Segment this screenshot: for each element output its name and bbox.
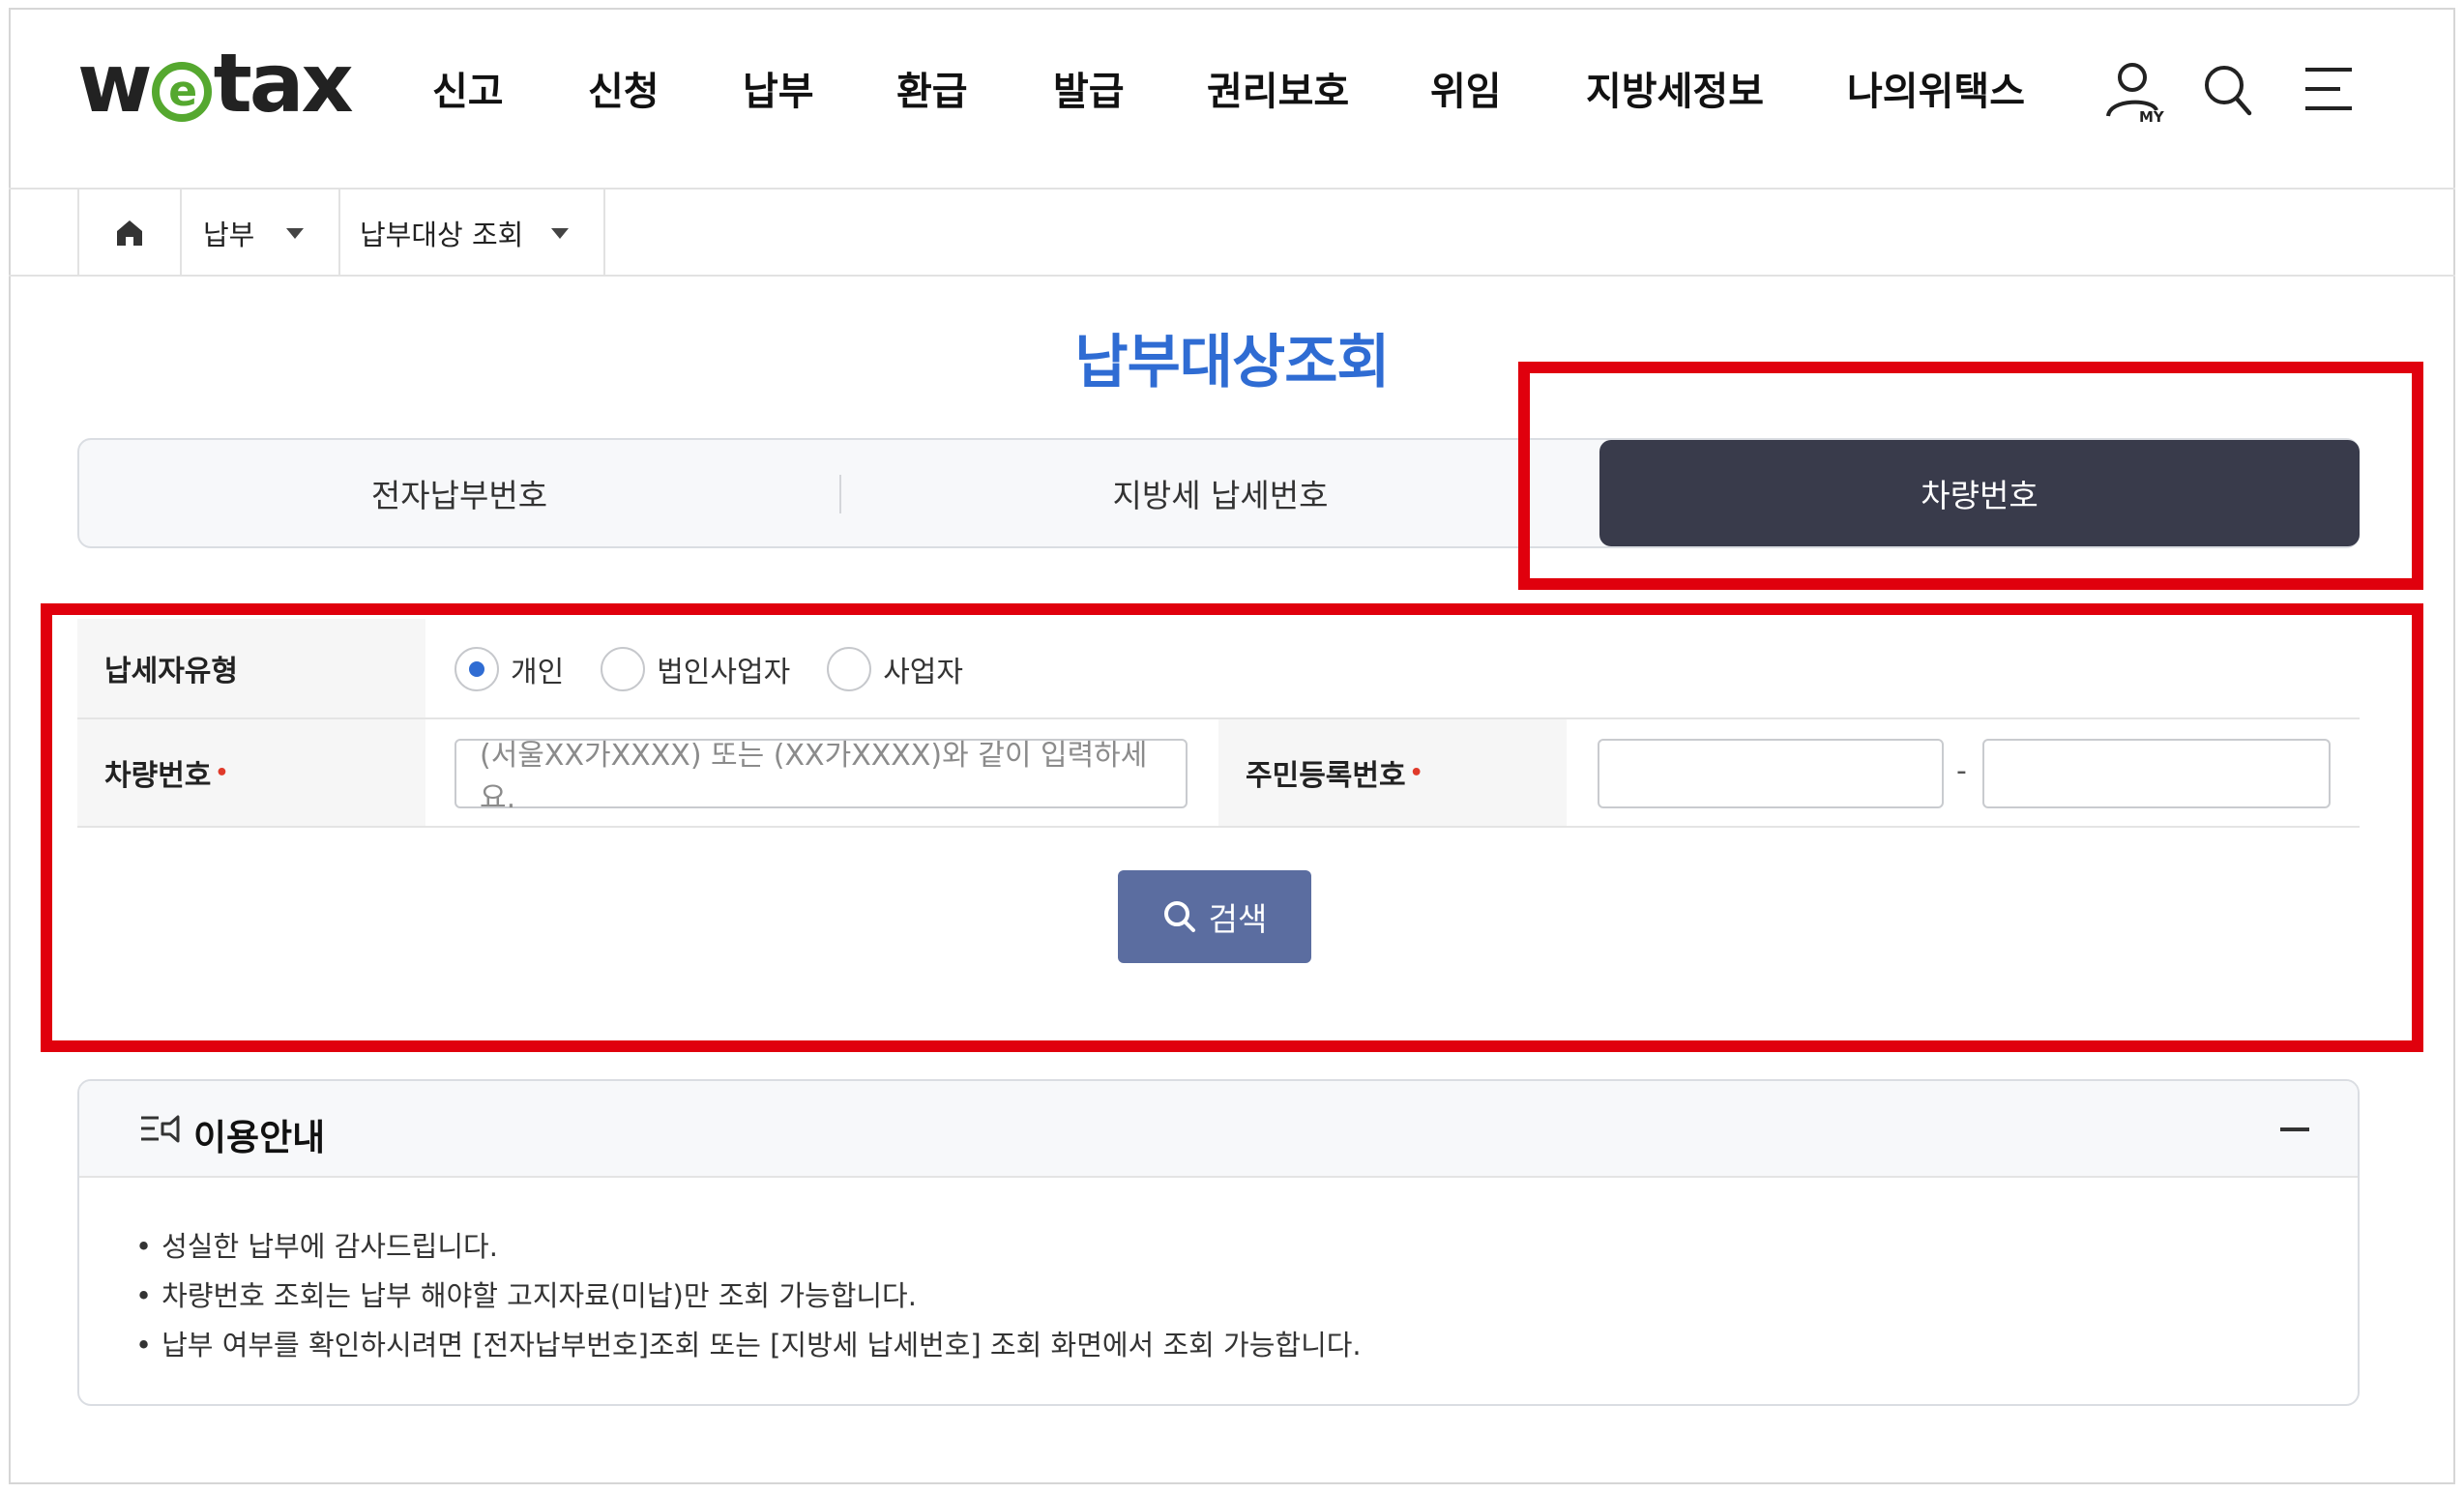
wetax-logo[interactable]: w e tax [77, 43, 354, 124]
highlight-box-search-form [41, 603, 2423, 1052]
list-item: 성실한 납부에 감사드립니다. [135, 1222, 1362, 1272]
chevron-down-icon [286, 227, 304, 239]
list-item: 차량번호 조회는 납부 해야할 고지자료(미납)만 조회 가능합니다. [135, 1272, 1362, 1321]
logo-e-mark: e [151, 62, 212, 122]
nav-my-wetax[interactable]: 나의위택스 [1847, 60, 2025, 116]
chevron-down-icon [551, 227, 569, 239]
breadcrumb-home[interactable] [79, 190, 182, 277]
nav-delegation[interactable]: 위임 [1430, 60, 1502, 116]
usage-guide-panel: 이용안내 성실한 납부에 감사드립니다. 차량번호 조회는 납부 해야할 고지자… [77, 1079, 2360, 1406]
tab-local-tax-number[interactable]: 지방세 납세번호 [841, 440, 1599, 546]
breadcrumb-payment[interactable]: 납부 [182, 190, 340, 277]
usage-guide-list: 성실한 납부에 감사드립니다. 차량번호 조회는 납부 해야할 고지자료(미납)… [135, 1222, 1362, 1370]
tab-electronic-payment-number[interactable]: 전자납부번호 [79, 440, 839, 546]
my-page-icon[interactable]: MY [2104, 60, 2165, 128]
nav-apply[interactable]: 신청 [588, 60, 660, 116]
menu-icon[interactable] [2303, 66, 2354, 116]
breadcrumb: 납부 납부대상 조회 [77, 190, 605, 277]
breadcrumb-payment-label: 납부 [203, 219, 255, 251]
highlight-box-vehicle-tab [1518, 362, 2423, 590]
breadcrumb-inquiry-label: 납부대상 조회 [360, 219, 524, 251]
home-icon [117, 220, 142, 246]
guide-list-icon [139, 1112, 182, 1151]
usage-guide-header[interactable]: 이용안내 [79, 1081, 2358, 1178]
nav-local-tax-info[interactable]: 지방세정보 [1586, 60, 1764, 116]
list-item: 납부 여부를 확인하시려면 [전자납부번호]조회 또는 [지방세 납세번호] 조… [135, 1321, 1362, 1370]
nav-report[interactable]: 신고 [432, 60, 504, 116]
collapse-icon[interactable] [2280, 1127, 2309, 1131]
nav-issue[interactable]: 발급 [1053, 60, 1125, 116]
usage-guide-title: 이용안내 [193, 1117, 326, 1158]
search-icon[interactable] [2201, 60, 2253, 122]
nav-rights[interactable]: 권리보호 [1207, 60, 1349, 116]
svg-text:MY: MY [2139, 108, 2164, 124]
nav-refund[interactable]: 환급 [896, 60, 968, 116]
breadcrumb-divider [9, 275, 2455, 277]
nav-payment[interactable]: 납부 [743, 60, 814, 116]
breadcrumb-payment-inquiry[interactable]: 납부대상 조회 [340, 190, 605, 277]
